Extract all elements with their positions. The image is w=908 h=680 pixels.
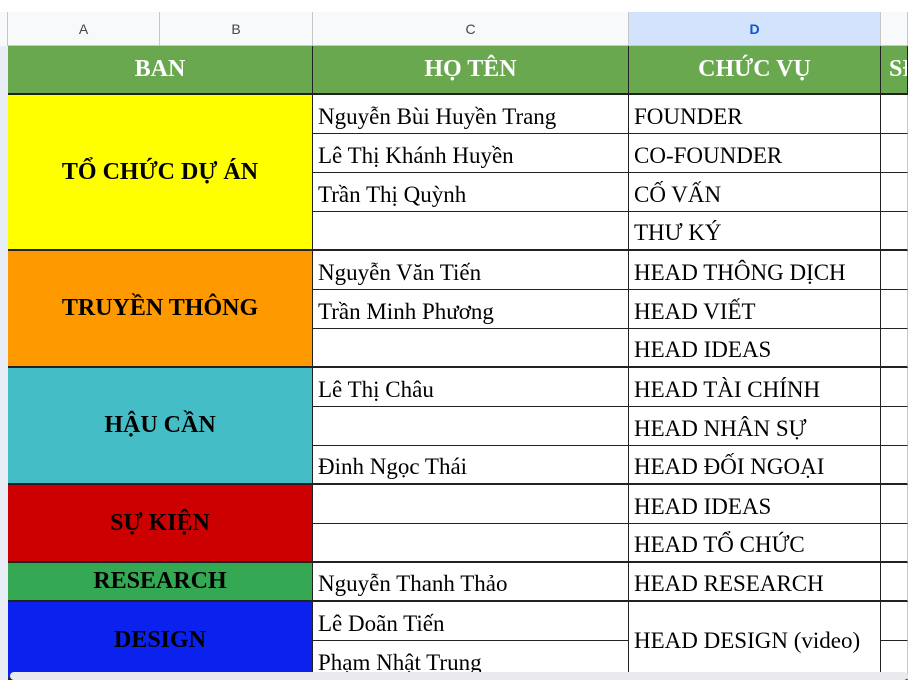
name-cell[interactable]: Nguyễn Bùi Huyền Trang [313,95,629,134]
role-cell[interactable]: THƯ KÝ [629,212,881,251]
horizontal-scrollbar[interactable] [10,672,908,680]
name-cell[interactable]: Lê Thị Khánh Huyền [313,134,629,173]
name-cell[interactable] [313,329,629,368]
department-to-chuc-du-an[interactable]: TỔ CHỨC DỰ ÁN [8,95,313,251]
column-header-c[interactable]: C [313,12,629,46]
department-design[interactable]: DESIGN [8,602,313,680]
empty-cell[interactable] [881,173,908,212]
name-cell[interactable] [313,407,629,446]
empty-cell[interactable] [881,524,908,563]
role-cell[interactable]: HEAD IDEAS [629,485,881,524]
empty-cell[interactable] [881,407,908,446]
role-cell[interactable]: HEAD IDEAS [629,329,881,368]
header-next-column[interactable]: SĐ [881,46,908,95]
department-su-kien[interactable]: SỰ KIỆN [8,485,313,563]
role-cell[interactable]: HEAD NHÂN SỰ [629,407,881,446]
role-cell[interactable]: HEAD THÔNG DỊCH [629,251,881,290]
name-cell[interactable] [313,485,629,524]
role-cell[interactable]: HEAD ĐỐI NGOẠI [629,446,881,485]
role-cell[interactable]: FOUNDER [629,95,881,134]
role-cell[interactable]: HEAD TÀI CHÍNH [629,368,881,407]
column-header-b[interactable]: B [160,12,313,46]
role-cell[interactable]: HEAD RESEARCH [629,563,881,602]
role-cell-merged[interactable]: HEAD DESIGN (video) [629,602,881,680]
column-header-e[interactable] [881,12,908,46]
toolbar-strip [0,0,908,12]
role-cell[interactable]: HEAD TỔ CHỨC [629,524,881,563]
header-chuc-vu[interactable]: CHỨC VỤ [629,46,881,95]
column-header-a[interactable]: A [8,12,160,46]
name-cell[interactable]: Lê Thị Châu [313,368,629,407]
empty-cell[interactable] [881,290,908,329]
empty-cell[interactable] [881,602,908,641]
row-selection-highlight [0,46,8,680]
empty-cell[interactable] [881,251,908,290]
row-header-bar[interactable] [0,12,8,680]
empty-cell[interactable] [881,446,908,485]
empty-cell[interactable] [881,563,908,602]
name-cell[interactable]: Đinh Ngọc Thái [313,446,629,485]
empty-cell[interactable] [881,485,908,524]
name-cell[interactable]: Nguyễn Văn Tiến [313,251,629,290]
name-cell[interactable] [313,212,629,251]
name-cell[interactable]: Lê Doãn Tiến [313,602,629,641]
name-cell[interactable]: Trần Minh Phương [313,290,629,329]
role-cell[interactable]: HEAD VIẾT [629,290,881,329]
department-truyen-thong[interactable]: TRUYỀN THÔNG [8,251,313,368]
column-header-d[interactable]: D [629,12,881,46]
department-hau-can[interactable]: HẬU CẦN [8,368,313,485]
role-cell[interactable]: CO-FOUNDER [629,134,881,173]
empty-cell[interactable] [881,329,908,368]
empty-cell[interactable] [881,368,908,407]
department-research[interactable]: RESEARCH [8,563,313,602]
role-cell[interactable]: CỐ VẤN [629,173,881,212]
name-cell[interactable]: Nguyễn Thanh Thảo [313,563,629,602]
empty-cell[interactable] [881,95,908,134]
header-ho-ten[interactable]: HỌ TÊN [313,46,629,95]
name-cell[interactable]: Trần Thị Quỳnh [313,173,629,212]
empty-cell[interactable] [881,212,908,251]
empty-cell[interactable] [881,134,908,173]
name-cell[interactable] [313,524,629,563]
header-ban[interactable]: BAN [8,46,313,95]
